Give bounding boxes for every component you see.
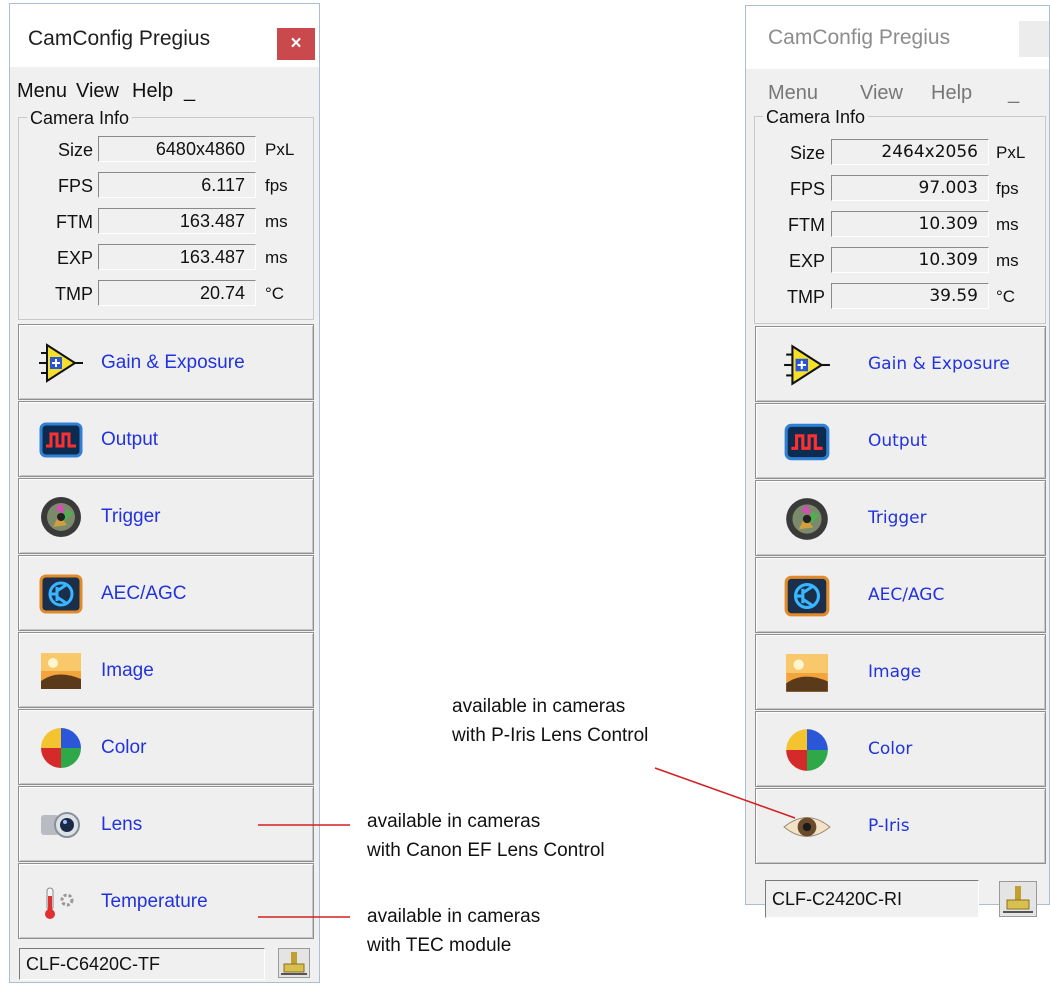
- annotation-line-2: with TEC module: [367, 935, 512, 956]
- piris-annotation: available in cameras with P-Iris Lens Co…: [452, 692, 648, 750]
- annotation-line-2: with Canon EF Lens Control: [367, 840, 605, 861]
- annotation-line-1: available in cameras: [452, 696, 626, 717]
- annotation-line-1: available in cameras: [367, 906, 541, 927]
- annotation-line-1: available in cameras: [367, 811, 541, 832]
- piris-pointer-line: [654, 767, 796, 819]
- tec-annotation: available in cameras with TEC module: [367, 902, 540, 960]
- lens-annotation: available in cameras with Canon EF Lens …: [367, 807, 605, 865]
- annotation-line-2: with P-Iris Lens Control: [452, 725, 649, 746]
